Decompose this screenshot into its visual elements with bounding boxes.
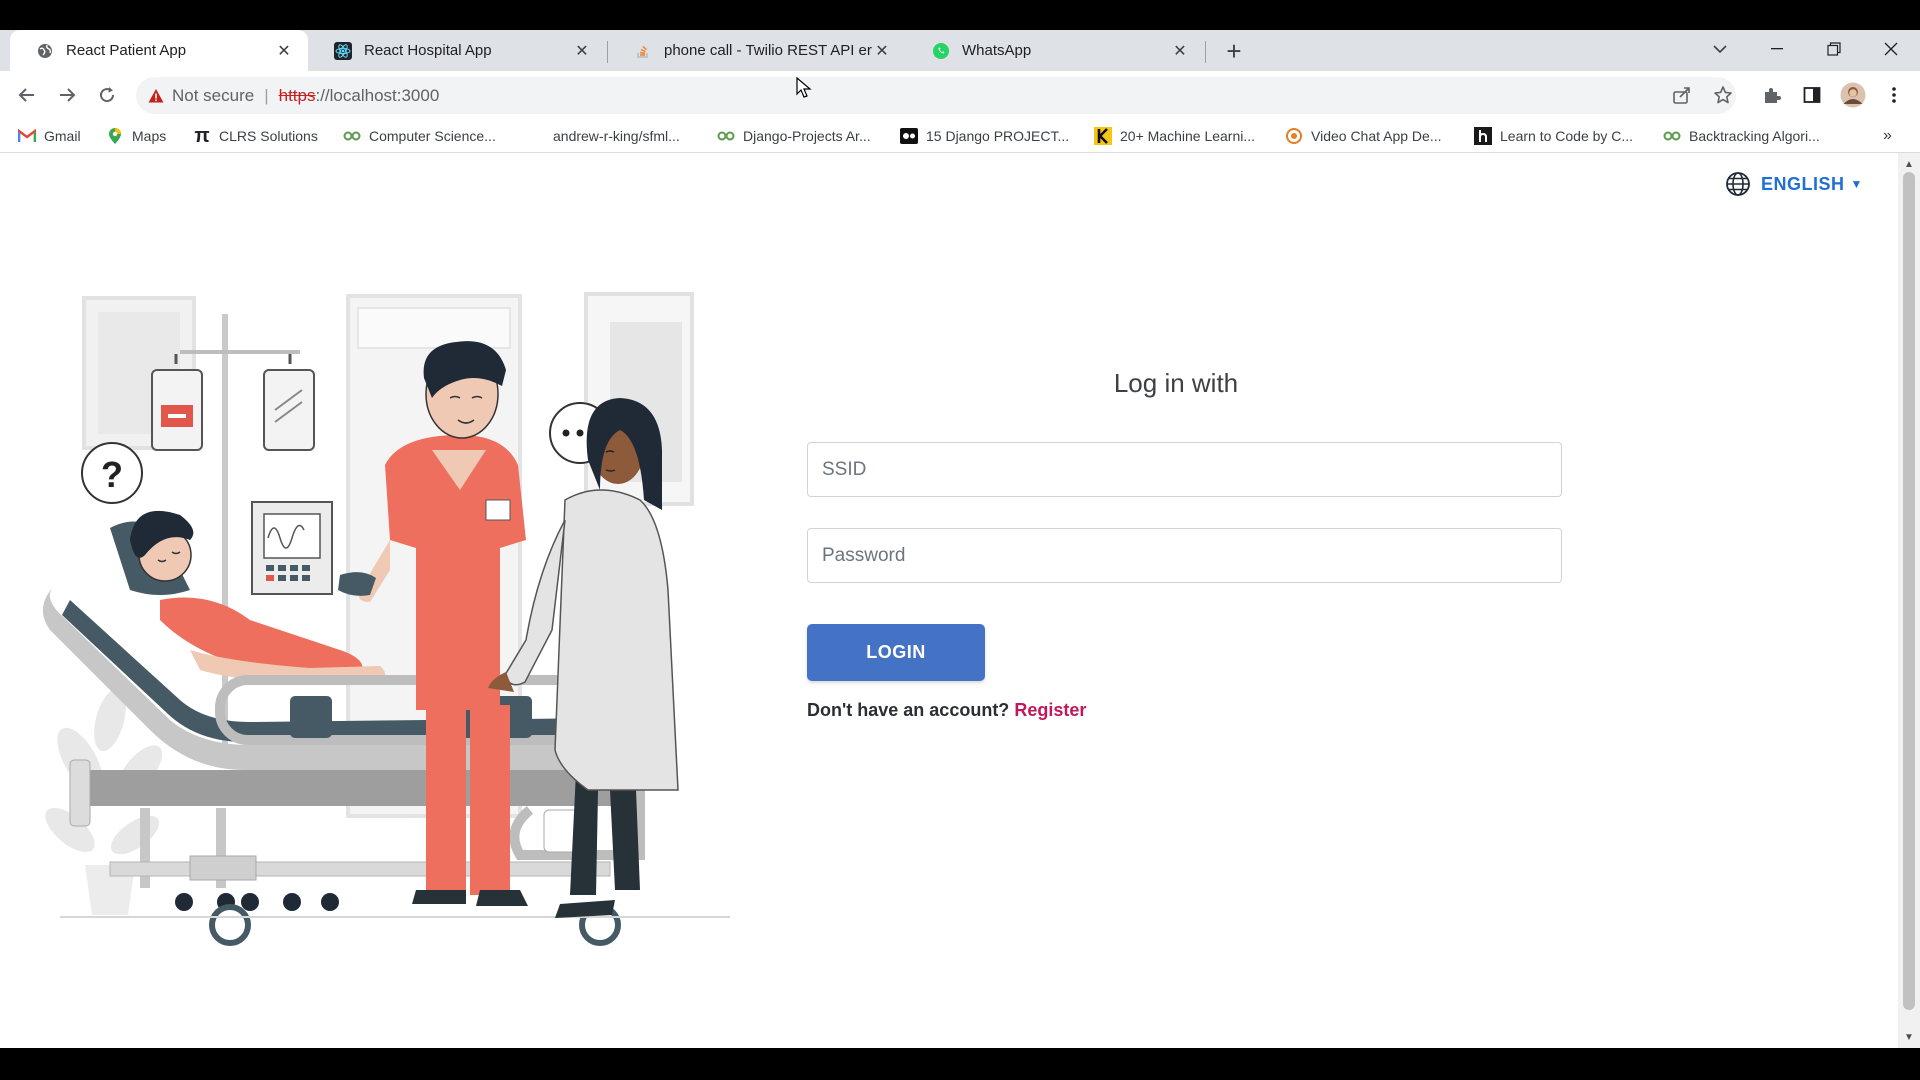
tab-strip: React Patient App ✕ React Hospital App ✕…: [0, 30, 1920, 71]
chat-icon: [1285, 127, 1303, 145]
register-link[interactable]: Register: [1014, 700, 1086, 720]
tab-react-patient-app[interactable]: React Patient App ✕: [10, 30, 308, 71]
bookmark-label: Gmail: [44, 128, 81, 144]
pi-icon: π: [194, 124, 210, 147]
url-rest: ://localhost:3000: [315, 85, 440, 105]
bookmark-learn-to-code[interactable]: Learn to Code by C...: [1474, 119, 1633, 153]
url-text[interactable]: https://localhost:3000: [279, 86, 440, 106]
no-account-text: Don't have an account?: [807, 700, 1010, 720]
tab-twilio-error[interactable]: phone call - Twilio REST API error ✕: [608, 30, 906, 71]
whatsapp-icon: [932, 42, 950, 60]
bookmark-machine-learning[interactable]: 20+ Machine Learni...: [1094, 119, 1255, 153]
bookmark-label: andrew-r-king/sfml...: [553, 128, 680, 144]
login-title: Log in with: [1113, 368, 1239, 398]
globe-icon: [36, 42, 54, 60]
bookmark-label: CLRS Solutions: [219, 128, 318, 144]
warning-icon[interactable]: [148, 88, 164, 104]
menu-icon[interactable]: [1881, 82, 1907, 108]
url-scheme: https: [278, 85, 316, 105]
gmail-icon: [18, 127, 36, 145]
tab-react-hospital-app[interactable]: React Hospital App ✕: [308, 30, 606, 71]
close-icon[interactable]: ✕: [1170, 41, 1190, 61]
globe-icon: [1725, 171, 1751, 197]
caret-down-icon: ▼: [1850, 177, 1863, 191]
scroll-down-icon[interactable]: ▼: [1903, 1032, 1915, 1044]
scrollbar-thumb[interactable]: [1903, 172, 1915, 1010]
bookmark-label: 20+ Machine Learni...: [1120, 128, 1256, 144]
divider: |: [264, 85, 269, 105]
bookmarks-bar: Gmail Maps π CLRS Solutions Computer Sci…: [0, 119, 1920, 153]
address-bar[interactable]: Not secure | https://localhost:3000: [136, 77, 1736, 114]
bookmark-label: Video Chat App De...: [1311, 128, 1442, 144]
video-icon: [900, 127, 918, 145]
bookmark-backtracking[interactable]: Backtracking Algori...: [1663, 119, 1820, 153]
close-icon[interactable]: ✕: [872, 41, 892, 61]
bookmark-sfml[interactable]: andrew-r-king/sfml...: [527, 119, 680, 153]
security-label[interactable]: Not secure: [172, 86, 254, 106]
tab-title: React Hospital App: [364, 42, 492, 59]
close-icon[interactable]: ✕: [572, 41, 592, 61]
react-icon: [334, 41, 352, 60]
close-window-icon[interactable]: [1871, 34, 1911, 64]
maps-icon: [106, 127, 124, 145]
extensions-icon[interactable]: [1759, 82, 1785, 108]
reload-button[interactable]: [92, 80, 122, 110]
avatar[interactable]: [1840, 82, 1866, 108]
h-icon: [1474, 127, 1492, 145]
bookmark-label: Learn to Code by C...: [1500, 128, 1634, 144]
bookmark-star-icon[interactable]: [1710, 82, 1736, 108]
new-tab-button[interactable]: +: [1221, 36, 1247, 66]
bookmark-video-chat[interactable]: Video Chat App De...: [1285, 119, 1442, 153]
bookmark-django-projects[interactable]: Django-Projects Ar...: [717, 119, 871, 153]
close-icon[interactable]: ✕: [274, 41, 294, 61]
bookmark-maps[interactable]: Maps: [106, 119, 166, 153]
github-icon: [527, 127, 545, 145]
register-prompt: Don't have an account? Register: [807, 700, 1086, 721]
password-input[interactable]: [807, 528, 1562, 583]
svg-text:?: ?: [101, 454, 123, 495]
restore-icon[interactable]: [1814, 34, 1854, 64]
stackoverflow-icon: [634, 42, 652, 60]
login-button[interactable]: LOGIN: [807, 624, 985, 681]
screen-top-bar: [0, 0, 1920, 30]
github-pages-icon: [717, 127, 735, 145]
bookmark-clrs[interactable]: π CLRS Solutions: [193, 119, 318, 153]
share-icon[interactable]: [1669, 82, 1695, 108]
hospital-illustration: ?: [42, 292, 730, 946]
github-pages-icon: [343, 127, 361, 145]
tab-divider: [1205, 41, 1206, 63]
side-panel-icon[interactable]: [1799, 82, 1825, 108]
tab-search-icon[interactable]: [1700, 34, 1740, 64]
bookmark-label: 15 Django PROJECT...: [926, 128, 1070, 144]
forward-button[interactable]: [52, 80, 82, 110]
bookmark-label: Backtracking Algori...: [1689, 128, 1820, 144]
bookmark-label: Django-Projects Ar...: [743, 128, 871, 144]
tab-title: WhatsApp: [962, 42, 1032, 59]
bookmark-gmail[interactable]: Gmail: [18, 119, 81, 153]
bookmark-computer-science[interactable]: Computer Science...: [343, 119, 496, 153]
github-pages-icon: [1663, 127, 1681, 145]
scroll-up-icon[interactable]: ▲: [1903, 159, 1915, 171]
tab-whatsapp[interactable]: WhatsApp ✕: [906, 30, 1204, 71]
bookmark-label: Computer Science...: [369, 128, 496, 144]
tab-title: phone call - Twilio REST API error: [664, 42, 872, 59]
bookmark-15-django[interactable]: 15 Django PROJECT...: [900, 119, 1069, 153]
bookmark-label: Maps: [132, 128, 167, 144]
k-icon: [1094, 127, 1112, 145]
minimize-icon[interactable]: [1757, 34, 1797, 64]
bookmarks-overflow-button[interactable]: »: [1883, 119, 1892, 153]
ssid-input[interactable]: [807, 442, 1562, 497]
back-button[interactable]: [12, 80, 42, 110]
language-label: ENGLISH: [1761, 173, 1845, 194]
tab-title: React Patient App: [66, 42, 187, 59]
mouse-cursor-icon: [796, 77, 812, 98]
language-selector[interactable]: ENGLISH ▼: [1725, 171, 1863, 197]
